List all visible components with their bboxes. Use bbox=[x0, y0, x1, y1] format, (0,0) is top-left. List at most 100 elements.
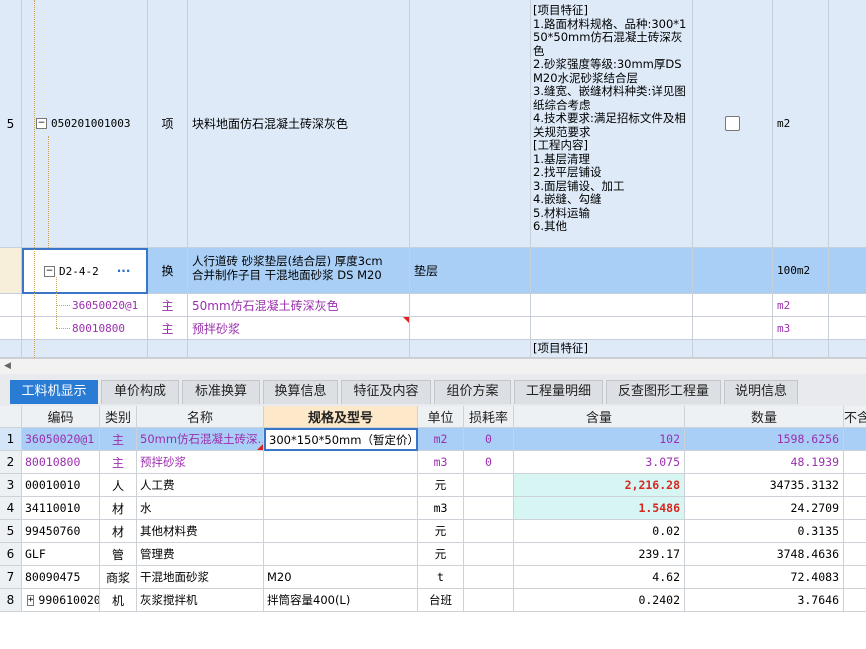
tab-conversion-info[interactable]: 换算信息 bbox=[263, 380, 338, 404]
checkbox-cell[interactable] bbox=[693, 0, 773, 248]
grid-row-material[interactable]: 80010800 主 预拌砂浆 m3 bbox=[0, 317, 866, 340]
loss-rate-cell[interactable] bbox=[464, 566, 514, 589]
quantity-cell[interactable]: 1598.6256 bbox=[685, 428, 844, 451]
header-quantity[interactable]: 数量 bbox=[685, 406, 844, 428]
name-cell[interactable]: 干混地面砂浆 bbox=[137, 566, 264, 589]
quantity-cell[interactable]: 34735.3132 bbox=[685, 474, 844, 497]
table-row[interactable]: 4 34110010 材 水 m3 1.5486 24.2709 bbox=[0, 497, 866, 520]
type-cell[interactable]: 主 bbox=[100, 451, 137, 474]
loss-rate-cell[interactable] bbox=[464, 543, 514, 566]
content-cell[interactable]: 102 bbox=[514, 428, 685, 451]
more-icon[interactable]: ··· bbox=[117, 264, 131, 278]
name-cell[interactable]: 管理费 bbox=[137, 543, 264, 566]
table-row[interactable]: 7 80090475 商浆 干混地面砂浆 M20 t 4.62 72.4083 bbox=[0, 566, 866, 589]
grid-row-selected[interactable]: − D2-4-2 ··· 换 人行道砖 砂浆垫层(结合层) 厚度3cm 合并制作… bbox=[0, 248, 866, 294]
tab-features-content[interactable]: 特征及内容 bbox=[341, 380, 431, 404]
type-cell[interactable]: 材 bbox=[100, 520, 137, 543]
content-cell[interactable]: 0.02 bbox=[514, 520, 685, 543]
content-cell[interactable]: 4.62 bbox=[514, 566, 685, 589]
name-cell[interactable]: 人工费 bbox=[137, 474, 264, 497]
unit-cell[interactable]: 元 bbox=[418, 543, 464, 566]
code-cell[interactable]: 99450760 bbox=[22, 520, 100, 543]
header-spec[interactable]: 规格及型号 bbox=[264, 406, 418, 428]
spec-cell[interactable] bbox=[264, 543, 418, 566]
content-cell[interactable]: 239.17 bbox=[514, 543, 685, 566]
quantity-cell[interactable]: 0.3135 bbox=[685, 520, 844, 543]
spec-cell[interactable] bbox=[264, 451, 418, 474]
header-unit[interactable]: 单位 bbox=[418, 406, 464, 428]
type-cell[interactable]: 机 bbox=[100, 589, 137, 612]
code-cell[interactable]: − 050201001003 bbox=[22, 0, 148, 248]
spec-cell[interactable] bbox=[264, 497, 418, 520]
tab-graphic-quantity[interactable]: 反查图形工程量 bbox=[606, 380, 721, 404]
unit-cell[interactable]: m2 bbox=[418, 428, 464, 451]
tab-pricing-scheme[interactable]: 组价方案 bbox=[434, 380, 511, 404]
spec-cell[interactable] bbox=[264, 520, 418, 543]
loss-rate-cell[interactable] bbox=[464, 474, 514, 497]
checkbox[interactable] bbox=[725, 116, 740, 131]
content-cell[interactable]: 2,216.28 bbox=[514, 474, 685, 497]
table-row[interactable]: 3 00010010 人 人工费 元 2,216.28 34735.3132 bbox=[0, 474, 866, 497]
collapse-icon[interactable]: − bbox=[36, 118, 47, 129]
spec-cell[interactable]: 300*150*50mm（暂定价） bbox=[264, 428, 418, 451]
table-row[interactable]: 2 80010800 主 预拌砂浆 m3 0 3.075 48.1939 bbox=[0, 451, 866, 474]
loss-rate-cell[interactable] bbox=[464, 497, 514, 520]
unit-cell[interactable]: t bbox=[418, 566, 464, 589]
type-cell[interactable]: 管 bbox=[100, 543, 137, 566]
name-cell[interactable]: 50mm仿石混凝土砖深… bbox=[137, 428, 264, 451]
code-cell[interactable]: 36050020@1 bbox=[22, 294, 148, 317]
tab-quantity-detail[interactable]: 工程量明细 bbox=[514, 380, 603, 404]
quantity-cell[interactable]: 72.4083 bbox=[685, 566, 844, 589]
excl-tax-cell[interactable] bbox=[844, 589, 866, 612]
unit-cell[interactable]: 元 bbox=[418, 474, 464, 497]
header-excl-tax[interactable]: 不含 bbox=[844, 406, 866, 428]
header-name[interactable]: 名称 bbox=[137, 406, 264, 428]
spec-cell[interactable] bbox=[264, 474, 418, 497]
code-cell[interactable]: 80010800 bbox=[22, 317, 148, 340]
grid-row-next[interactable]: [项目特征] bbox=[0, 340, 866, 358]
type-cell[interactable]: 商浆 bbox=[100, 566, 137, 589]
quantity-cell[interactable]: 48.1939 bbox=[685, 451, 844, 474]
unit-cell[interactable]: m3 bbox=[418, 451, 464, 474]
name-cell[interactable]: 水 bbox=[137, 497, 264, 520]
loss-rate-cell[interactable]: 0 bbox=[464, 451, 514, 474]
excl-tax-cell[interactable] bbox=[844, 566, 866, 589]
quantity-cell[interactable]: 24.2709 bbox=[685, 497, 844, 520]
name-cell[interactable]: 预拌砂浆 bbox=[137, 451, 264, 474]
expand-icon[interactable]: + bbox=[27, 594, 35, 606]
tab-unit-price[interactable]: 单价构成 bbox=[101, 380, 179, 404]
tab-description[interactable]: 说明信息 bbox=[724, 380, 798, 404]
tab-labor-material-machine[interactable]: 工料机显示 bbox=[10, 380, 98, 404]
table-row[interactable]: 1 36050020@1 主 50mm仿石混凝土砖深… 300*150*50mm（暂定价… bbox=[0, 428, 866, 451]
quantity-cell[interactable]: 3.7646 bbox=[685, 589, 844, 612]
grid-row-5[interactable]: 5 − 050201001003 项 块料地面仿石混凝土砖深灰色 [项目特征] … bbox=[0, 0, 866, 248]
unit-cell[interactable]: m3 bbox=[418, 497, 464, 520]
header-type[interactable]: 类别 bbox=[100, 406, 137, 428]
header-content[interactable]: 含量 bbox=[514, 406, 685, 428]
code-cell-selected[interactable]: − D2-4-2 ··· bbox=[22, 248, 148, 294]
tab-standard-conversion[interactable]: 标准换算 bbox=[182, 380, 260, 404]
unit-cell[interactable]: 台班 bbox=[418, 589, 464, 612]
code-cell[interactable]: 34110010 bbox=[22, 497, 100, 520]
code-cell[interactable]: 80010800 bbox=[22, 451, 100, 474]
loss-rate-cell[interactable]: 0 bbox=[464, 428, 514, 451]
content-cell[interactable]: 1.5486 bbox=[514, 497, 685, 520]
type-cell[interactable]: 主 bbox=[100, 428, 137, 451]
excl-tax-cell[interactable] bbox=[844, 497, 866, 520]
excl-tax-cell[interactable] bbox=[844, 543, 866, 566]
name-cell[interactable]: 其他材料费 bbox=[137, 520, 264, 543]
header-loss-rate[interactable]: 损耗率 bbox=[464, 406, 514, 428]
unit-cell[interactable]: 元 bbox=[418, 520, 464, 543]
code-cell[interactable]: +990610020 bbox=[22, 589, 100, 612]
excl-tax-cell[interactable] bbox=[844, 520, 866, 543]
content-cell[interactable]: 3.075 bbox=[514, 451, 685, 474]
quantity-cell[interactable]: 3748.4636 bbox=[685, 543, 844, 566]
excl-tax-cell[interactable] bbox=[844, 428, 866, 451]
excl-tax-cell[interactable] bbox=[844, 451, 866, 474]
scroll-left-icon[interactable]: ◀ bbox=[4, 361, 11, 371]
grid-row-material[interactable]: 36050020@1 主 50mm仿石混凝土砖深灰色 m2 bbox=[0, 294, 866, 317]
code-cell[interactable]: 00010010 bbox=[22, 474, 100, 497]
excl-tax-cell[interactable] bbox=[844, 474, 866, 497]
name-cell[interactable]: 灰浆搅拌机 bbox=[137, 589, 264, 612]
collapse-icon[interactable]: − bbox=[44, 265, 55, 277]
